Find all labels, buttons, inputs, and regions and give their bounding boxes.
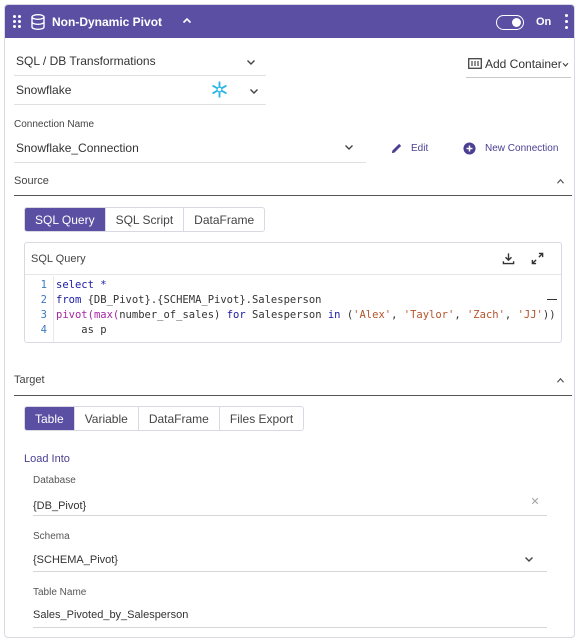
code-line: 4 as p (25, 324, 561, 339)
database-label: Database (33, 475, 76, 486)
code-text: pivot(max(number_of_sales) for Salespers… (56, 309, 556, 321)
drag-handle-icon[interactable] (13, 15, 23, 29)
snowflake-icon (212, 81, 227, 98)
panel-title: Non-Dynamic Pivot (52, 15, 163, 29)
source-section-title: Source (14, 175, 49, 187)
collapse-chevron-up-icon[interactable] (182, 16, 192, 26)
code-line: 3 pivot(max(number_of_sales) for Salesper… (25, 309, 561, 324)
panel-header: Non-Dynamic Pivot On (5, 5, 574, 38)
add-container-button[interactable]: Add Container (466, 52, 571, 78)
code-text: from {DB_Pivot}.{SCHEMA_Pivot}.Salespers… (56, 294, 322, 306)
add-container-label: Add Container (485, 57, 562, 71)
connection-value: Snowflake_Connection (16, 141, 139, 155)
code-text: as p (56, 324, 107, 336)
tab-dataframe[interactable]: DataFrame (139, 407, 220, 430)
table-name-value: Sales_Pivoted_by_Salesperson (33, 609, 189, 621)
expand-icon[interactable] (531, 252, 544, 265)
more-options-icon[interactable] (565, 14, 569, 30)
database-field[interactable]: Database {DB_Pivot} (33, 475, 547, 516)
chevron-down-icon (525, 557, 533, 562)
database-icon (31, 14, 45, 30)
table-name-label: Table Name (33, 587, 87, 598)
toggle-state-label: On (536, 16, 552, 28)
sql-query-editor: SQL Query 1 select * 2 from {DB_Pivot}.{SCH… (24, 242, 562, 343)
download-icon[interactable] (502, 252, 515, 265)
source-tabs: SQL Query SQL Script DataFrame (24, 207, 266, 232)
clear-icon[interactable] (531, 497, 539, 505)
target-tabs: Table Variable DataFrame Files Export (24, 406, 305, 431)
collapse-chevron-up-icon[interactable] (556, 377, 565, 384)
tab-files-export[interactable]: Files Export (220, 407, 303, 430)
editor-header: SQL Query (25, 243, 561, 275)
table-name-field[interactable]: Table Name Sales_Pivoted_by_Salesperson (33, 587, 547, 628)
editor-title: SQL Query (31, 253, 86, 265)
edit-label: Edit (411, 143, 429, 154)
target-divider (14, 395, 572, 396)
pencil-icon (391, 143, 402, 154)
platform-select[interactable]: Snowflake (14, 75, 266, 105)
columns-icon (468, 58, 482, 69)
schema-field[interactable]: Schema {SCHEMA_Pivot} (33, 531, 547, 572)
source-divider (14, 195, 572, 196)
platform-value: Snowflake (16, 83, 72, 97)
code-line: 2 from {DB_Pivot}.{SCHEMA_Pivot}.Salesper… (25, 294, 561, 309)
code-text: select * (56, 279, 107, 291)
code-area[interactable]: 1 select * 2 from {DB_Pivot}.{SCHEMA_Pivot}… (25, 276, 561, 342)
code-line: 1 select * (25, 279, 561, 294)
collapse-chevron-up-icon[interactable] (556, 178, 565, 185)
chevron-down-icon (562, 62, 569, 67)
line-number: 2 (40, 294, 47, 306)
plus-circle-icon (463, 142, 476, 155)
tab-dataframe[interactable]: DataFrame (184, 208, 264, 231)
line-number: 1 (40, 279, 47, 291)
chevron-down-icon (250, 89, 258, 94)
tab-sql-query[interactable]: SQL Query (25, 208, 106, 231)
chevron-down-icon (247, 60, 255, 65)
new-connection-label: New Connection (485, 143, 559, 154)
transformation-type-select[interactable]: SQL / DB Transformations (14, 46, 266, 76)
load-into-heading: Load Into (24, 453, 70, 465)
line-number: 3 (40, 309, 47, 321)
enable-toggle[interactable] (496, 15, 524, 30)
edit-connection-button[interactable]: Edit (390, 141, 440, 157)
chevron-down-icon (345, 145, 353, 150)
target-section-title: Target (14, 374, 45, 386)
tab-table[interactable]: Table (25, 407, 75, 430)
connection-name-label: Connection Name (14, 119, 95, 130)
schema-value: {SCHEMA_Pivot} (33, 554, 118, 566)
connection-select[interactable]: Snowflake_Connection (14, 133, 366, 163)
database-value: {DB_Pivot} (33, 500, 87, 512)
transformation-panel: Non-Dynamic Pivot On SQL / DB Transforma… (4, 4, 575, 638)
tab-variable[interactable]: Variable (75, 407, 139, 430)
tab-sql-script[interactable]: SQL Script (106, 208, 185, 231)
schema-label: Schema (33, 531, 70, 542)
new-connection-button[interactable]: New Connection (463, 141, 563, 157)
line-number: 4 (40, 324, 47, 336)
transformation-type-value: SQL / DB Transformations (16, 54, 156, 68)
